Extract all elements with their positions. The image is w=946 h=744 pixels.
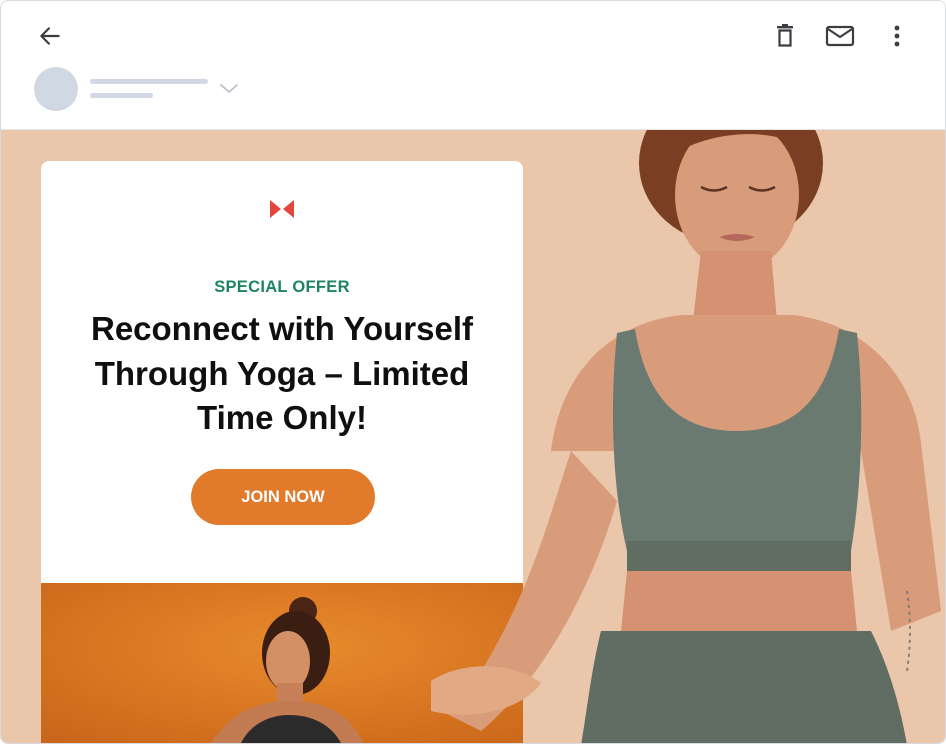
email-viewer-window: SPECIAL OFFER Reconnect with Yourself Th… <box>0 0 946 744</box>
delete-button[interactable] <box>770 21 800 51</box>
meditating-woman-image <box>431 71 941 743</box>
more-options-button[interactable] <box>882 21 912 51</box>
trash-icon <box>777 24 793 47</box>
back-button[interactable] <box>35 21 65 51</box>
arrow-left-icon <box>40 27 60 45</box>
sender-avatar <box>34 67 78 111</box>
mail-icon <box>825 25 855 47</box>
sender-email-placeholder <box>90 93 153 98</box>
join-now-button[interactable]: JOIN NOW <box>191 469 375 525</box>
email-toolbar <box>1 1 945 130</box>
more-vertical-icon <box>894 25 900 47</box>
mail-button[interactable] <box>825 21 855 51</box>
brand-logo <box>270 200 294 218</box>
chevron-down-icon[interactable] <box>219 81 239 95</box>
sender-name-placeholder <box>90 79 208 84</box>
